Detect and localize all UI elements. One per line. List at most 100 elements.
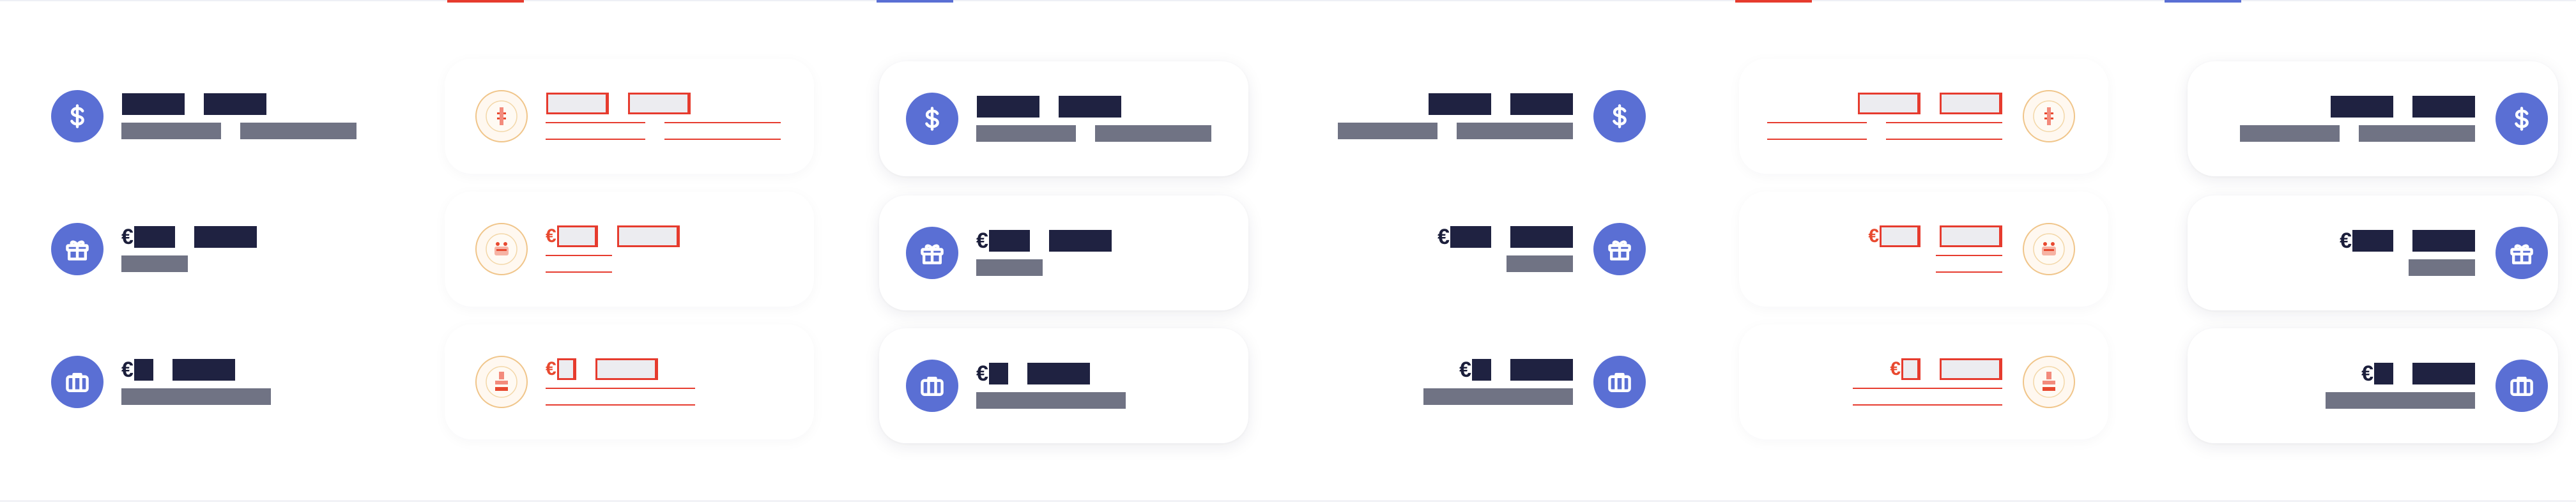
dollar-icon	[906, 93, 958, 145]
detail-row	[546, 388, 695, 406]
amount-row: €	[2340, 230, 2475, 252]
redacted-detail	[546, 388, 695, 406]
detail-row	[976, 125, 1211, 142]
redacted-amount-secondary	[172, 359, 235, 381]
currency-symbol: €	[121, 225, 134, 249]
list-item-briefcase[interactable]: €	[38, 324, 408, 439]
redacted-amount-secondary	[1510, 93, 1573, 115]
list-item-dollar[interactable]	[1310, 59, 1679, 174]
detail-row	[1338, 123, 1573, 139]
flag-badge-icon	[475, 90, 528, 142]
redacted-detail	[976, 259, 1043, 276]
redacted-amount	[1901, 358, 1920, 380]
list-item-gift[interactable]: €	[1310, 192, 1679, 307]
currency-symbol: €	[976, 229, 988, 253]
redacted-detail-secondary	[1886, 122, 2002, 140]
redacted-amount	[1880, 225, 1920, 247]
amount-row: €	[1459, 359, 1573, 381]
currency-symbol: €	[1890, 358, 1901, 379]
list-item-debug-2[interactable]: €	[445, 192, 814, 307]
list-item-debug-1[interactable]	[445, 59, 814, 174]
redacted-detail	[1423, 388, 1573, 405]
list-item-gift[interactable]: €	[879, 195, 1248, 310]
list-item-briefcase[interactable]: €	[879, 328, 1248, 443]
briefcase-icon	[1593, 356, 1646, 408]
redacted-detail	[546, 255, 612, 273]
amount-row: €	[546, 225, 680, 247]
amount-row: €	[121, 359, 271, 381]
detail-row	[1936, 255, 2002, 273]
redacted-detail	[1853, 388, 2002, 406]
active-tab-marker	[877, 0, 953, 3]
briefcase-icon	[2496, 360, 2548, 412]
currency-symbol: €	[546, 358, 556, 379]
briefcase-icon	[906, 360, 958, 412]
currency-symbol: €	[1868, 225, 1879, 247]
list-item-debug-3[interactable]: €	[1739, 324, 2108, 439]
redacted-detail	[1936, 255, 2002, 273]
redacted-amount	[122, 93, 185, 115]
redacted-amount	[2331, 96, 2393, 118]
redacted-amount-secondary	[2412, 363, 2475, 384]
redacted-amount-secondary	[2412, 96, 2475, 118]
redacted-detail-secondary	[1457, 123, 1573, 139]
redacted-amount-secondary	[1940, 358, 2002, 380]
list-item-debug-1[interactable]	[1739, 59, 2108, 174]
redacted-amount	[556, 225, 598, 247]
amount-row: €	[2361, 363, 2475, 384]
redacted-amount-secondary	[1940, 93, 2002, 114]
redacted-detail-secondary	[1095, 125, 1211, 142]
list-item-briefcase[interactable]: €	[1310, 324, 1679, 439]
detail-row	[546, 255, 680, 273]
panel-top-divider	[1288, 0, 1717, 1]
gift-icon	[906, 227, 958, 279]
active-tab-marker	[1735, 0, 1812, 3]
active-tab-marker	[2165, 0, 2241, 3]
flag-badge-icon	[475, 356, 528, 408]
currency-symbol: €	[121, 358, 134, 382]
list-item-gift[interactable]: €	[38, 192, 408, 307]
detail-row	[121, 123, 356, 139]
detail-row	[2240, 125, 2475, 142]
list-item-briefcase[interactable]: €	[2188, 328, 2558, 443]
redacted-detail	[121, 388, 271, 405]
dollar-icon	[1593, 90, 1646, 142]
detail-row	[1506, 255, 1573, 272]
amount-row	[546, 93, 781, 114]
panel-carded-rtl: € €	[2147, 0, 2576, 502]
redacted-detail	[976, 392, 1126, 409]
redacted-amount-secondary	[1510, 226, 1573, 248]
list-item-debug-2[interactable]: €	[1739, 192, 2108, 307]
amount-row: €	[1890, 358, 2002, 380]
redacted-amount	[556, 358, 576, 380]
panel-plain-ltr: € €	[0, 0, 429, 502]
redacted-amount	[2374, 363, 2393, 384]
list-item-dollar[interactable]	[38, 59, 408, 174]
gift-icon	[2496, 227, 2548, 279]
redacted-amount	[1472, 359, 1491, 381]
amount-row	[976, 96, 1211, 118]
list-item-debug-3[interactable]: €	[445, 324, 814, 439]
dollar-icon	[2496, 93, 2548, 145]
detail-row	[2326, 392, 2475, 409]
redacted-amount	[1429, 93, 1491, 115]
redacted-amount-secondary	[617, 225, 680, 247]
list-item-dollar[interactable]	[879, 61, 1248, 176]
redacted-amount-secondary	[2412, 230, 2475, 252]
currency-symbol: €	[976, 361, 988, 386]
list-item-dollar[interactable]	[2188, 61, 2558, 176]
panel-carded-ltr: € €	[859, 0, 1288, 502]
list-item-gift[interactable]: €	[2188, 195, 2558, 310]
flag-badge-icon	[475, 223, 528, 275]
redacted-detail	[121, 255, 188, 272]
panel-debug-rtl: € €	[1717, 0, 2147, 502]
detail-row	[976, 259, 1112, 276]
redacted-amount	[1858, 93, 1920, 114]
detail-row	[1853, 388, 2002, 406]
gift-icon	[1593, 223, 1646, 275]
amount-row	[121, 93, 356, 115]
amount-row: €	[546, 358, 695, 380]
redacted-detail-secondary	[2359, 125, 2475, 142]
redacted-detail	[2326, 392, 2475, 409]
redacted-detail	[121, 123, 221, 139]
